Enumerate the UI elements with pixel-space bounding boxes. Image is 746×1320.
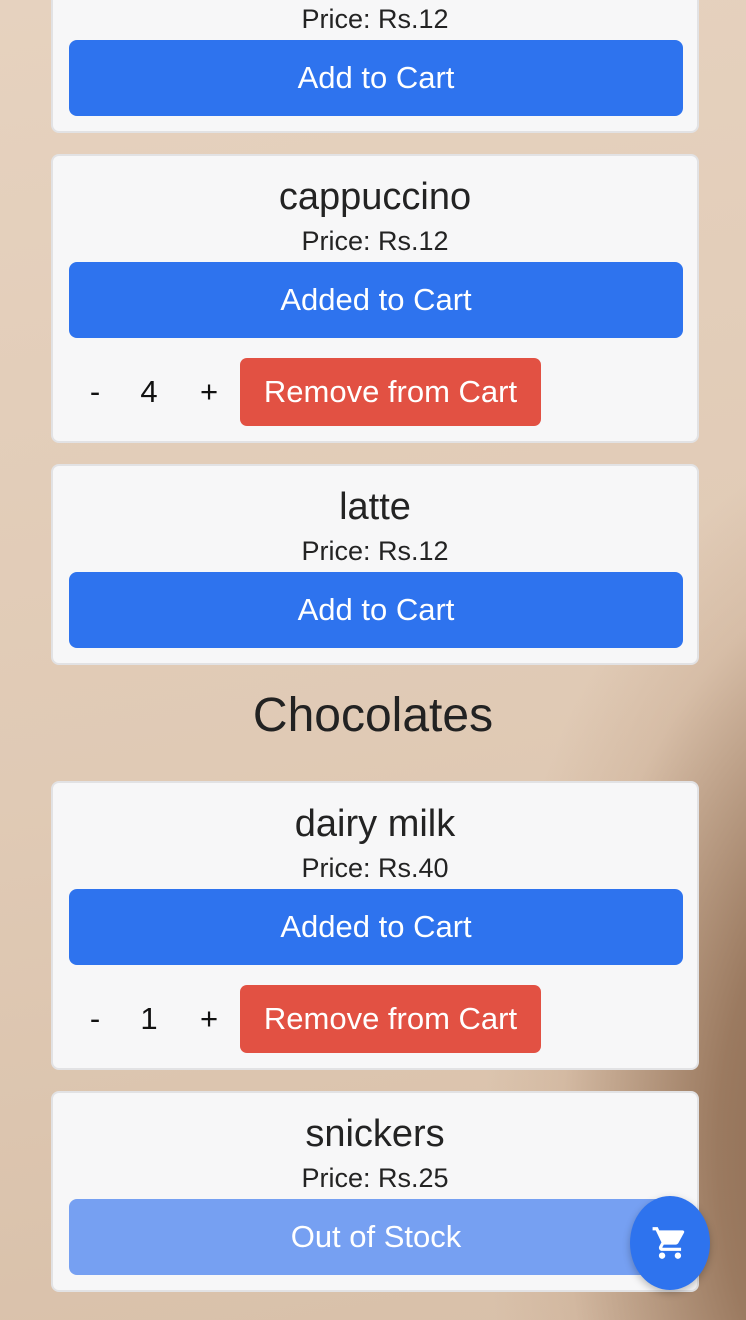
product-card-dairy-milk: dairy milk Price: Rs.40 Added to Cart - … bbox=[51, 781, 699, 1070]
shopping-cart-icon bbox=[652, 1227, 685, 1259]
added-to-cart-button[interactable]: Added to Cart bbox=[69, 262, 683, 338]
quantity-value: 4 bbox=[140, 374, 158, 409]
product-card-cappuccino: cappuccino Price: Rs.12 Added to Cart - … bbox=[51, 154, 699, 443]
product-name: snickers bbox=[305, 1113, 445, 1155]
product-card-snickers: snickers Price: Rs.25 Out of Stock bbox=[51, 1091, 699, 1292]
quantity-value: 1 bbox=[140, 1001, 158, 1036]
increase-quantity-button[interactable]: + bbox=[193, 985, 225, 1053]
out-of-stock-button: Out of Stock bbox=[69, 1199, 683, 1275]
product-name: cappuccino bbox=[278, 176, 472, 218]
product-card-latte: latte Price: Rs.12 Add to Cart bbox=[51, 464, 699, 665]
quantity-stepper: - 4 + Remove from Cart bbox=[69, 358, 569, 426]
increase-quantity-button[interactable]: + bbox=[193, 358, 225, 426]
product-price: Price: Rs.25 bbox=[301, 1163, 449, 1193]
product-price: Price: Rs.40 bbox=[301, 853, 449, 883]
section-title-chocolates: Chocolates bbox=[252, 689, 494, 742]
product-price: Price: Rs.12 bbox=[301, 226, 449, 256]
decrease-quantity-button[interactable]: - bbox=[79, 985, 111, 1053]
add-to-cart-button[interactable]: Add to Cart bbox=[69, 40, 683, 116]
decrease-quantity-button[interactable]: - bbox=[79, 358, 111, 426]
menu-list: Price: Rs.12 Add to Cart cappuccino Pric… bbox=[0, 0, 746, 1320]
remove-from-cart-button[interactable]: Remove from Cart bbox=[240, 985, 541, 1053]
quantity-stepper: - 1 + Remove from Cart bbox=[69, 985, 569, 1053]
product-name: dairy milk bbox=[294, 803, 456, 845]
cart-button[interactable] bbox=[630, 1196, 710, 1290]
add-to-cart-button[interactable]: Add to Cart bbox=[69, 572, 683, 648]
product-price: Price: Rs.12 bbox=[301, 536, 449, 566]
added-to-cart-button[interactable]: Added to Cart bbox=[69, 889, 683, 965]
product-card: Price: Rs.12 Add to Cart bbox=[51, 0, 699, 133]
product-name: latte bbox=[339, 486, 411, 528]
remove-from-cart-button[interactable]: Remove from Cart bbox=[240, 358, 541, 426]
product-price: Price: Rs.12 bbox=[301, 4, 449, 34]
